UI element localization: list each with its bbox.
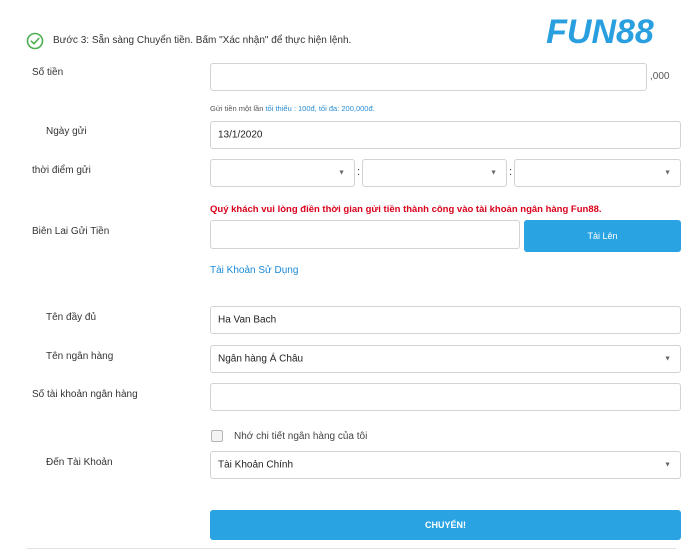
- remember-bank-label: Nhớ chi tiết ngân hàng của tôi: [234, 431, 368, 442]
- upload-button[interactable]: Tải Lên: [524, 220, 681, 252]
- chevron-down-icon: ▼: [664, 461, 671, 469]
- deposit-date-input[interactable]: 13/1/2020: [210, 121, 681, 149]
- minute-select[interactable]: ▼: [362, 159, 507, 187]
- step-instruction: Bước 3: Sẵn sàng Chuyển tiền. Bấm "Xác n…: [53, 35, 352, 46]
- account-number-label: Số tài khoản ngân hàng: [32, 389, 138, 400]
- deposit-time-warning: Quý khách vui lòng điền thời gian gửi ti…: [210, 204, 602, 215]
- receipt-file-input[interactable]: [210, 220, 520, 249]
- chevron-down-icon: ▼: [664, 169, 671, 177]
- chevron-down-icon: ▼: [490, 169, 497, 177]
- submit-transfer-button[interactable]: CHUYỂN!: [210, 510, 681, 540]
- second-select[interactable]: ▼: [514, 159, 681, 187]
- divider: [26, 548, 676, 549]
- chevron-down-icon: ▼: [664, 355, 671, 363]
- full-name-label: Tên đầy đủ: [46, 312, 97, 323]
- amount-hint: Gửi tiền một lần tối thiểu : 100đ, tối đ…: [210, 104, 375, 113]
- remember-bank-checkbox[interactable]: [211, 430, 223, 442]
- to-account-select[interactable]: Tài Khoản Chính ▼: [210, 451, 681, 479]
- receipt-label: Biên Lai Gửi Tiền: [32, 226, 110, 237]
- hour-select[interactable]: ▼: [210, 159, 355, 187]
- time-separator: :: [509, 166, 513, 178]
- fun88-logo: FUN88: [546, 13, 654, 50]
- account-number-input[interactable]: [210, 383, 681, 411]
- to-account-label: Đến Tài Khoản: [46, 457, 113, 468]
- chevron-down-icon: ▼: [338, 169, 345, 177]
- full-name-input[interactable]: Ha Van Bach: [210, 306, 681, 334]
- amount-input[interactable]: [210, 63, 647, 91]
- deposit-date-label: Ngày gửi: [46, 126, 87, 137]
- svg-text:FUN88: FUN88: [546, 13, 654, 50]
- amount-suffix: ,000: [650, 71, 670, 82]
- bank-name-label: Tên ngân hàng: [46, 351, 114, 362]
- bank-name-select[interactable]: Ngân hàng Á Châu ▼: [210, 345, 681, 373]
- check-circle-icon: [26, 32, 44, 50]
- time-separator: :: [357, 166, 361, 178]
- deposit-time-label: thời điểm gửi: [32, 165, 91, 176]
- amount-label: Số tiền: [32, 67, 64, 78]
- account-used-link[interactable]: Tài Khoản Sử Dụng: [210, 265, 298, 276]
